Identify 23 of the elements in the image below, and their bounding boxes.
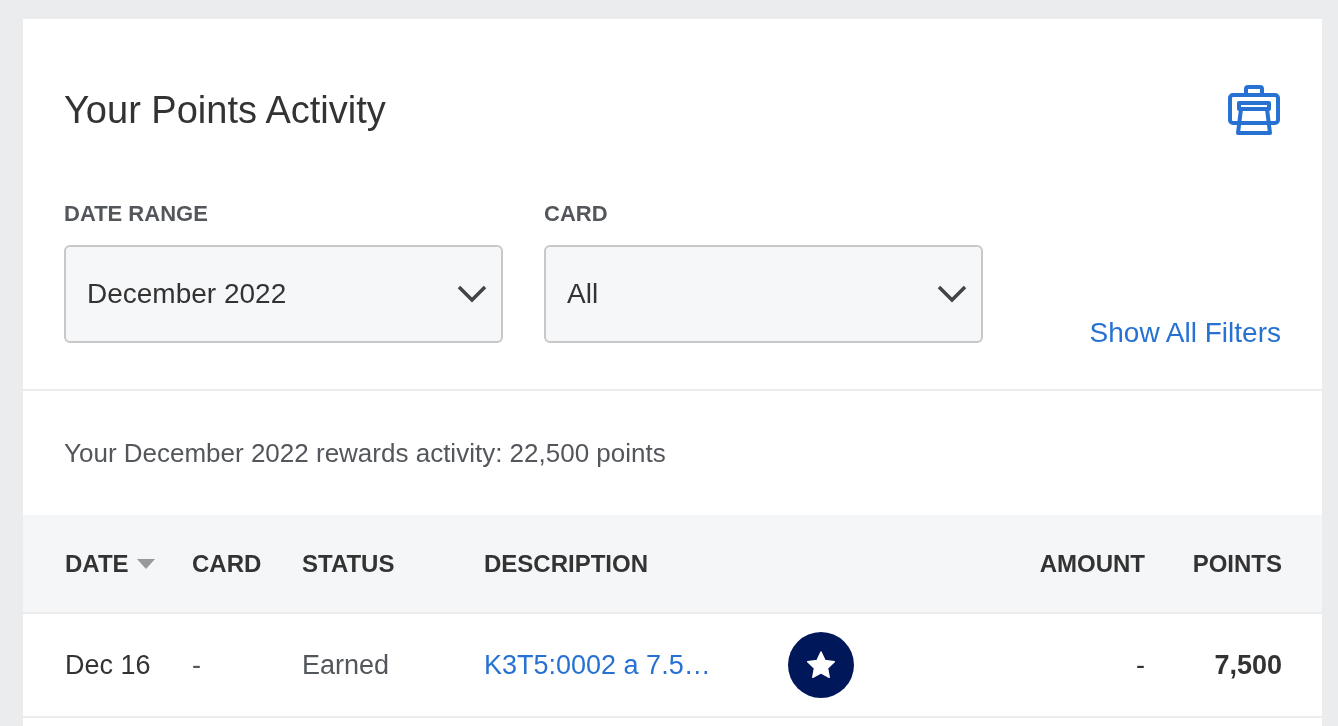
printer-icon	[1228, 85, 1280, 135]
chevron-down-icon	[457, 285, 487, 303]
page-title: Your Points Activity	[64, 88, 386, 132]
activity-summary: Your December 2022 rewards activity: 22,500 points	[63, 437, 667, 470]
column-header[interactable]: CARD	[192, 549, 262, 578]
table-cell: Dec 16	[65, 649, 151, 681]
print-button[interactable]	[1227, 83, 1281, 137]
table-cell: Earned	[302, 649, 390, 681]
table-cell: 7,500	[1214, 649, 1282, 681]
chevron-down-icon	[937, 285, 967, 303]
table-cell: -	[192, 649, 201, 681]
column-header[interactable]: DESCRIPTION	[484, 549, 648, 578]
column-header[interactable]: STATUS	[302, 549, 395, 578]
show-all-filters-link[interactable]: Show All Filters	[1089, 317, 1281, 349]
description-link[interactable]: K3T5:0002 a 7.5…	[484, 649, 734, 681]
filter-label: DATE RANGE	[64, 201, 209, 227]
filter-label: CARD	[544, 201, 609, 227]
column-header[interactable]: POINTS	[1192, 549, 1282, 578]
table-cell: -	[1136, 649, 1145, 681]
column-header[interactable]: AMOUNT	[1039, 549, 1145, 578]
column-header[interactable]: DATE	[65, 549, 155, 578]
filter-dropdown[interactable]: December 2022	[64, 245, 503, 343]
filter-dropdown[interactable]: All	[544, 245, 983, 343]
